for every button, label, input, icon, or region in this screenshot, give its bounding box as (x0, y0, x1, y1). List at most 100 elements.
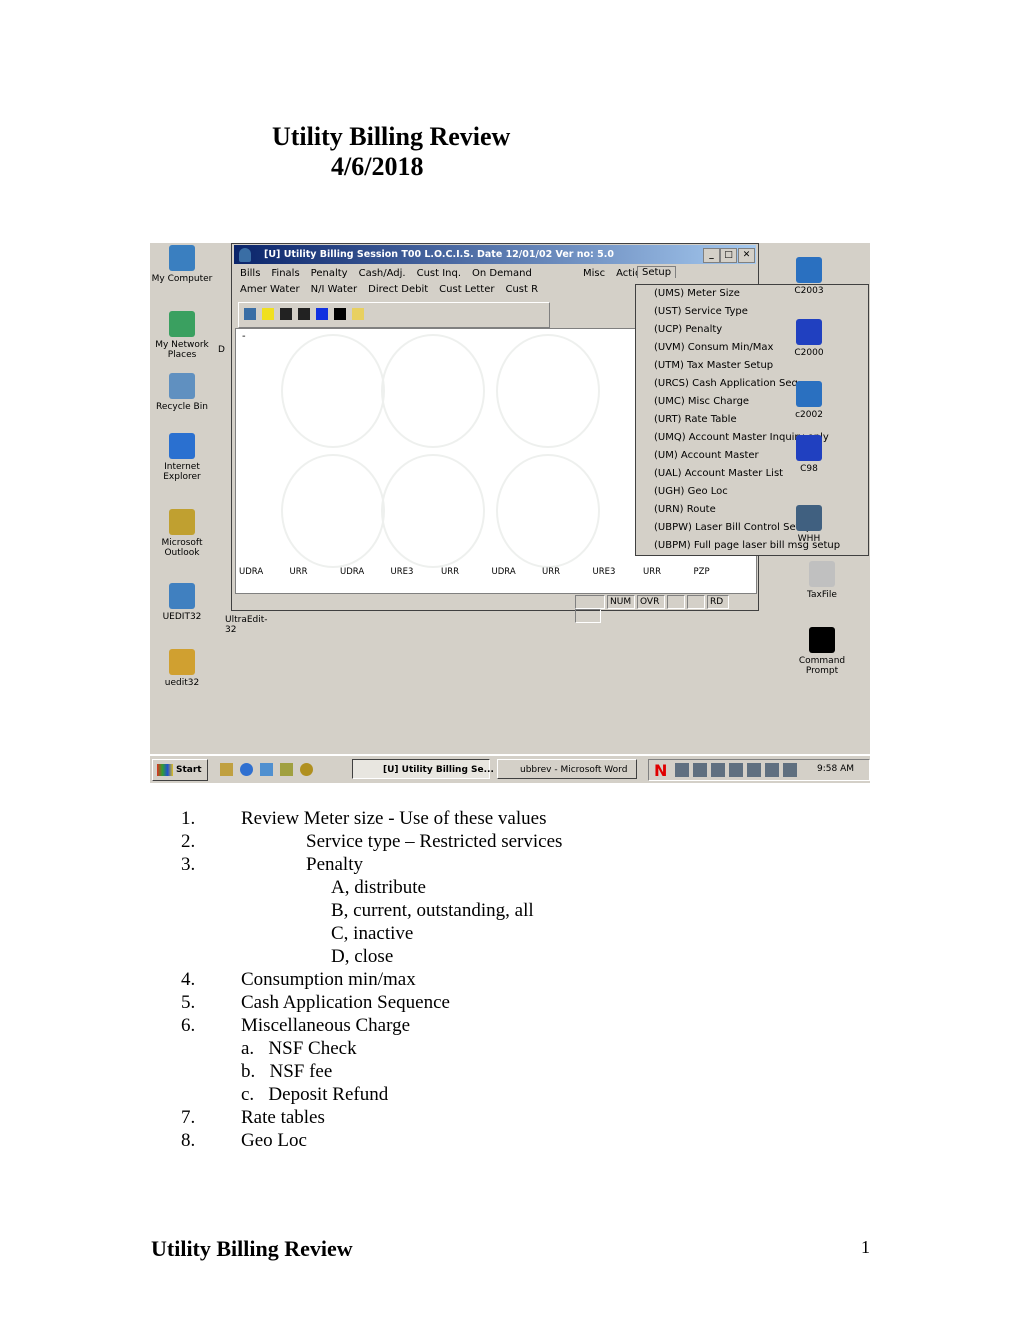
list-number: 5. (181, 992, 196, 1013)
menu-item[interactable]: N/I Water (311, 284, 358, 295)
menu-item[interactable]: Bills (240, 268, 260, 279)
desktop-app-icon (796, 435, 822, 461)
desktop-icon[interactable]: TaxFile (787, 561, 857, 600)
menu-item[interactable]: Penalty (311, 268, 348, 279)
menu-item[interactable]: Misc (583, 268, 605, 279)
s-icon[interactable] (316, 308, 328, 320)
menu-item[interactable]: Direct Debit (368, 284, 428, 295)
outlook-icon[interactable] (280, 763, 293, 776)
taskbar-utility-billing[interactable]: [U] Utility Billing Se... (352, 759, 494, 779)
outlook-express-icon[interactable] (260, 763, 273, 776)
desktop-icon-label: uedit32 (164, 678, 200, 688)
utility-billing-window[interactable]: [U] Utility Billing Session T00 L.O.C.I.… (231, 243, 869, 623)
doc-title: Utility Billing Review (272, 122, 511, 151)
code-label: UDRA (340, 567, 365, 577)
show-desktop-icon[interactable] (220, 763, 233, 776)
window-title: [U] Utility Billing Session T00 L.O.C.I.… (264, 249, 614, 260)
list-item: Consumption min/max (241, 969, 416, 990)
doc-date: 4/6/2018 (331, 152, 424, 181)
desktop-icon[interactable]: My Computer (150, 245, 217, 284)
menu-item[interactable]: Cust R (505, 284, 538, 295)
desktop-app-icon (796, 505, 822, 531)
setup-menu-item[interactable]: (UGH) Geo Loc (636, 483, 868, 501)
watermark-seal (496, 454, 600, 568)
page-number: 1 (861, 1237, 870, 1257)
binoculars-icon[interactable] (280, 308, 292, 320)
taskbar-word[interactable]: ubbrev - Microsoft Word (497, 759, 637, 779)
list-item: c. Deposit Refund (241, 1084, 389, 1105)
start-button[interactable]: Start (152, 759, 208, 781)
code-row: UDRA URR UDRA URE3 URR UDRA URR URE3 URR PZP (239, 567, 744, 577)
menu-bar-row-2: Amer Water N/I Water Direct Debit Cust Lett… (240, 284, 549, 295)
app-logo-icon[interactable] (244, 308, 256, 320)
embedded-screenshot: D UltraEdit-32 [U] Utility Billing Sessi… (150, 243, 870, 783)
menu-item[interactable]: Cash/Adj. (359, 268, 406, 279)
desktop-icon[interactable]: C2000 (774, 319, 844, 358)
help-icon[interactable] (352, 308, 364, 320)
windows-logo-icon (157, 763, 173, 776)
back-arrow-icon[interactable] (334, 308, 346, 320)
tray-icons[interactable] (675, 763, 800, 777)
maximize-button[interactable]: □ (720, 248, 737, 263)
list-number: 4. (181, 969, 196, 990)
status-panel (575, 609, 601, 623)
list-item: Service type – Restricted services (306, 831, 563, 852)
clock: 9:58 AM (817, 764, 854, 774)
list-item: Cash Application Sequence (241, 992, 450, 1013)
setup-menu-item[interactable]: (UTM) Tax Master Setup (636, 357, 868, 375)
menu-item[interactable]: Cust Letter (439, 284, 494, 295)
desktop-icon[interactable]: C2003 (774, 257, 844, 296)
desktop-icon-label: C2003 (794, 286, 824, 296)
desktop-icon[interactable]: Recycle Bin (150, 373, 217, 412)
desktop-icon[interactable]: uedit32 (150, 649, 217, 688)
watermark-seal (381, 334, 485, 448)
desktop-app-icon (169, 583, 195, 609)
close-button[interactable]: ✕ (738, 248, 755, 263)
status-panel (687, 595, 705, 609)
status-panel (575, 595, 605, 609)
list-item: a. NSF Check (241, 1038, 357, 1059)
code-label: URE3 (592, 567, 616, 577)
list-number: 8. (181, 1130, 196, 1151)
list-number: 6. (181, 1015, 196, 1036)
code-label: URR (289, 567, 308, 577)
desktop-app-icon (169, 433, 195, 459)
code-label: URR (441, 567, 460, 577)
menu-item[interactable]: Finals (271, 268, 299, 279)
code-label: PZP (693, 567, 710, 577)
menu-item[interactable]: Amer Water (240, 284, 300, 295)
desktop-icon[interactable]: WHH (774, 505, 844, 544)
desktop-app-icon (169, 245, 195, 271)
norton-icon[interactable]: N (654, 761, 667, 780)
minimize-button[interactable]: _ (703, 248, 720, 263)
desktop-icon[interactable]: Internet Explorer (150, 433, 217, 482)
desktop-icon[interactable]: c2002 (774, 381, 844, 420)
menu-item[interactable]: Cust Inq. (417, 268, 461, 279)
binoculars-icon[interactable] (298, 308, 310, 320)
watermark-seal (281, 454, 385, 568)
list-item: C, inactive (331, 923, 414, 944)
desktop-icon-label: WHH (797, 534, 821, 544)
list-item: B, current, outstanding, all (331, 900, 534, 921)
desktop-icon[interactable]: C98 (774, 435, 844, 474)
list-item: Review Meter size - Use of these values (241, 808, 547, 829)
watermark-seal (496, 334, 600, 448)
desktop-icon-label: c2002 (795, 410, 823, 420)
code-label: URR (643, 567, 662, 577)
title-bar[interactable]: [U] Utility Billing Session T00 L.O.C.I.… (234, 245, 756, 264)
status-panel (667, 595, 685, 609)
desktop-icon[interactable]: My Network Places (150, 311, 217, 360)
desktop-icon[interactable]: UEDIT32 (150, 583, 217, 622)
menu-setup-active[interactable]: Setup (637, 266, 677, 278)
ultraedit-icon[interactable] (300, 763, 313, 776)
desktop-icon[interactable]: Microsoft Outlook (150, 509, 217, 558)
list-item: Miscellaneous Charge (241, 1015, 411, 1036)
edit-icon[interactable] (262, 308, 274, 320)
desktop-icon-label: UEDIT32 (162, 612, 202, 622)
internet-explorer-icon[interactable] (240, 763, 253, 776)
desktop-icon-label: Recycle Bin (156, 402, 208, 412)
desktop-app-icon (809, 627, 835, 653)
menu-item[interactable]: On Demand (472, 268, 532, 279)
desktop-icon[interactable]: Command Prompt (787, 627, 857, 676)
desktop-app-icon (796, 257, 822, 283)
